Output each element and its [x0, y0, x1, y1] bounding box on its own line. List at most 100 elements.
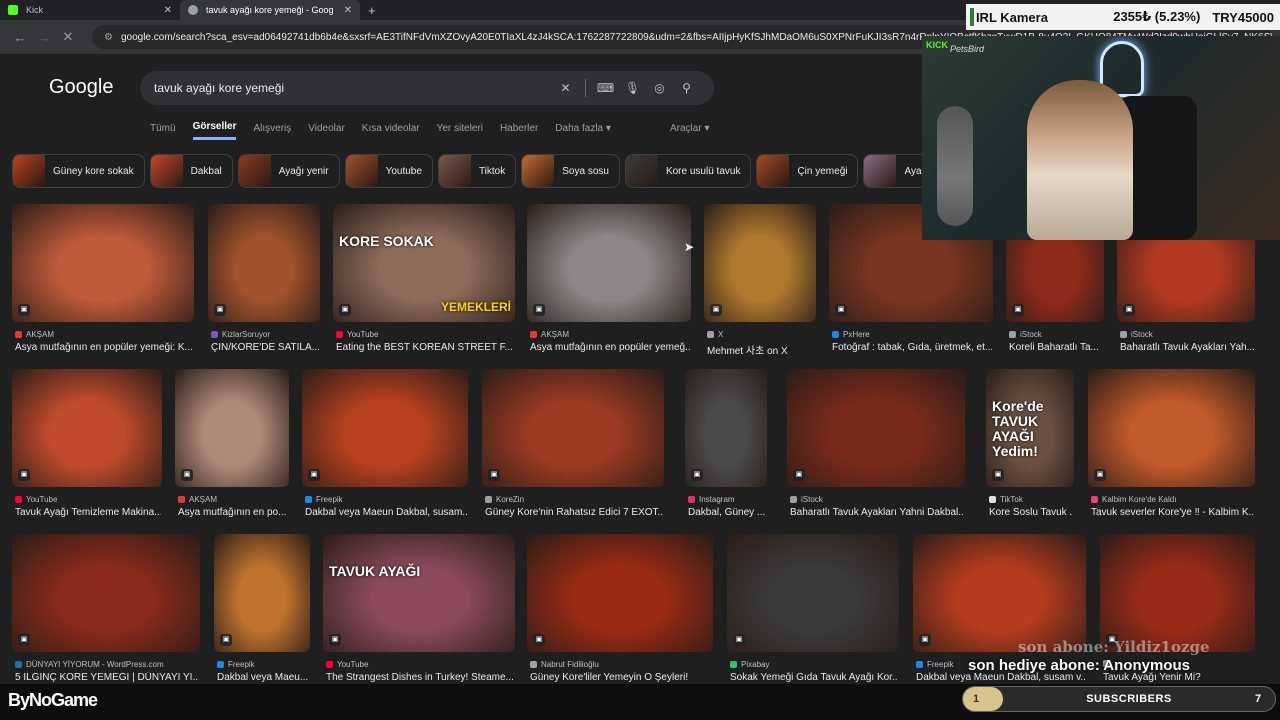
result-caption[interactable]: Güney Kore'nin Rahatsız Edici 7 EXOT... [485, 507, 663, 518]
result-source[interactable]: AKŞAM [15, 330, 197, 339]
forward-icon[interactable]: → [32, 30, 56, 45]
result-source[interactable]: DÜNYAYI YİYORUM - WordPress.com [15, 660, 203, 669]
microphone-icon[interactable]: 🎙 [619, 81, 646, 95]
result-source[interactable]: Instagram [688, 495, 770, 504]
result-thumbnail[interactable]: ▣ [12, 204, 194, 322]
result-thumbnail[interactable]: ▣ [1088, 369, 1255, 487]
result-caption[interactable]: Güney Kore'liler Yemeyin O Şeyleri! [530, 672, 712, 683]
tab-news[interactable]: Haberler [500, 116, 538, 140]
result-caption[interactable]: Baharatlı Tavuk Ayakları Yah... [1120, 342, 1254, 353]
result-caption[interactable]: ÇİN/KORE'DE SATILA... [211, 342, 319, 353]
result-caption[interactable]: The Strangest Dishes in Turkey! Steame..… [326, 672, 514, 683]
google-logo[interactable]: Google [49, 76, 114, 99]
image-result[interactable]: ▣ Freepik Dakbal veya Maeun Dakbal, susam.… [302, 369, 468, 531]
image-result[interactable]: ▣ Pixabay Sokak Yemeği Gıda Tavuk Ayağı Ko… [727, 534, 899, 696]
result-thumbnail[interactable]: ▣ [527, 534, 713, 652]
close-icon[interactable]: ✕ [164, 5, 172, 16]
result-thumbnail[interactable]: ▣ [727, 534, 899, 652]
result-caption[interactable]: Asya mutfağının en po... [178, 507, 288, 518]
chip-0[interactable]: Güney kore sokak [12, 154, 145, 188]
result-caption[interactable]: Tavuk Ayağı Temizleme Makina... [15, 507, 161, 518]
tab-short-videos[interactable]: Kısa videolar [362, 116, 420, 140]
result-thumbnail[interactable]: ▣ [175, 369, 289, 487]
result-caption[interactable]: 5 İLGİNÇ KORE YEMEĞİ | DÜNYAYI Yİ... [15, 672, 199, 683]
image-result[interactable]: ▣ Nabrut Fidilioğlu Güney Kore'liler Yemey… [527, 534, 713, 696]
lens-icon[interactable]: ◎ [646, 81, 673, 95]
image-result[interactable]: ▣ AKŞAM Asya mutfağının en po... [175, 369, 289, 531]
image-result[interactable]: ▣ AKŞAM Asya mutfağının en popüler yemeğ..… [527, 204, 691, 366]
result-source[interactable]: iStock [1009, 330, 1107, 339]
close-icon[interactable]: ✕ [344, 5, 352, 16]
image-result[interactable]: ▣ KoreZin Güney Kore'nin Rahatsız Edici 7 … [482, 369, 664, 531]
result-source[interactable]: X [707, 330, 819, 339]
result-caption[interactable]: Kore Soslu Tavuk ... [989, 507, 1073, 518]
chip-4[interactable]: Tiktok [437, 154, 517, 188]
result-caption[interactable]: Dakbal veya Maeun Dakbal, susam... [305, 507, 467, 518]
tab-google[interactable]: tavuk ayağı kore yemeği - Goog ✕ [180, 0, 360, 20]
result-thumbnail[interactable]: ▣ [208, 204, 320, 322]
tab-kick[interactable]: Kick ✕ [0, 0, 180, 20]
tab-shopping[interactable]: Alışveriş [253, 116, 291, 140]
result-caption[interactable]: Fotoğraf : tabak, Gıda, üretmek, et... [832, 342, 992, 353]
result-thumbnail[interactable]: ▣ [482, 369, 664, 487]
search-icon[interactable]: ⚲ [673, 81, 700, 95]
result-thumbnail[interactable]: ▣ [1100, 534, 1255, 652]
result-source[interactable]: TikTok [989, 495, 1077, 504]
result-thumbnail[interactable]: ▣ [214, 534, 310, 652]
result-source[interactable]: AKŞAM [178, 495, 292, 504]
clear-icon[interactable]: ✕ [552, 81, 579, 95]
image-result[interactable]: ▣ Instagram Dakbal, Güney ... [685, 369, 767, 531]
result-source[interactable]: KoreZin [485, 495, 667, 504]
chip-3[interactable]: Youtube [344, 154, 433, 188]
result-caption[interactable]: Eating the BEST KOREAN STREET F... [336, 342, 514, 353]
image-result[interactable]: ▣ X Mehmet 사초 on X [704, 204, 816, 366]
result-thumbnail[interactable]: ▣ [302, 369, 468, 487]
result-caption[interactable]: Dakbal, Güney ... [688, 507, 766, 518]
result-thumbnail[interactable]: Kore'de TAVUK AYAĞI Yedim! ▣ [986, 369, 1074, 487]
result-caption[interactable]: Dakbal veya Maeu... [217, 672, 309, 683]
result-thumbnail[interactable]: ▣ [913, 534, 1086, 652]
result-caption[interactable]: Asya mutfağının en popüler yemeğ... [530, 342, 690, 353]
result-thumbnail[interactable]: ▣ [12, 369, 162, 487]
image-result[interactable]: ▣ KizlarSoruyor ÇİN/KORE'DE SATILA... [208, 204, 320, 366]
result-source[interactable]: Kalbim Kore'de Kaldı [1091, 495, 1258, 504]
tab-images[interactable]: Görseller [192, 116, 237, 140]
chip-5[interactable]: Soya sosu [521, 154, 620, 188]
chip-2[interactable]: Ayağı yenir [237, 154, 340, 188]
tab-all[interactable]: Tümü [150, 116, 176, 140]
new-tab-button[interactable]: + [368, 3, 376, 18]
chip-1[interactable]: Dakbal [149, 154, 233, 188]
result-caption[interactable]: Baharatlı Tavuk Ayakları Yahni Dakbal... [790, 507, 964, 518]
reload-icon[interactable]: ✕ [56, 29, 80, 45]
result-source[interactable]: Freepik [305, 495, 471, 504]
back-icon[interactable]: ← [8, 30, 32, 45]
image-result[interactable]: ▣ DÜNYAYI YİYORUM - WordPress.com 5 İLGİNÇ… [12, 534, 200, 696]
result-source[interactable]: iStock [1120, 330, 1258, 339]
search-box[interactable]: tavuk ayağı kore yemeği ✕ ⌨ 🎙 ◎ ⚲ [140, 71, 714, 105]
result-thumbnail[interactable]: ▣ [685, 369, 767, 487]
result-thumbnail[interactable]: KORE SOKAK YEMEKLERİ ▣ [333, 204, 515, 322]
result-source[interactable]: PxHere [832, 330, 996, 339]
image-result[interactable]: ▣ Kalbim Kore'de Kaldı Tavuk severler Kore… [1088, 369, 1255, 531]
search-input[interactable]: tavuk ayağı kore yemeği [154, 81, 552, 95]
result-source[interactable]: iStock [790, 495, 968, 504]
tab-web[interactable]: Yer siteleri [437, 116, 483, 140]
result-thumbnail[interactable]: ▣ [12, 534, 200, 652]
image-result[interactable]: ▣ AKŞAM Asya mutfağının en popüler yemeği:… [12, 204, 194, 366]
result-caption[interactable]: Sokak Yemeği Gıda Tavuk Ayağı Kor... [730, 672, 898, 683]
result-thumbnail[interactable]: ▣ [704, 204, 816, 322]
tools-button[interactable]: Araçlar ▾ [670, 116, 709, 140]
result-source[interactable]: YouTube [326, 660, 518, 669]
image-result[interactable]: ▣ iStock Baharatlı Tavuk Ayakları Yahni Da… [787, 369, 965, 531]
result-caption[interactable]: Mehmet 사초 on X [707, 342, 815, 357]
image-result[interactable]: ▣ Freepik Dakbal veya Maeu... [214, 534, 310, 696]
result-caption[interactable]: Tavuk severler Kore'ye ‼ - Kalbim K... [1091, 507, 1254, 518]
image-result[interactable]: TAVUK AYAĞI ▣ YouTube The Strangest Dishes … [323, 534, 515, 696]
result-caption[interactable]: Asya mutfağının en popüler yemeği: K... [15, 342, 193, 353]
result-source[interactable]: Pixabay [730, 660, 902, 669]
result-source[interactable]: YouTube [336, 330, 518, 339]
result-caption[interactable]: Koreli Baharatlı Ta... [1009, 342, 1103, 353]
result-source[interactable]: Nabrut Fidilioğlu [530, 660, 716, 669]
image-result[interactable]: ▣ YouTube Tavuk Ayağı Temizleme Makina... [12, 369, 162, 531]
result-thumbnail[interactable]: ▣ [527, 204, 691, 322]
